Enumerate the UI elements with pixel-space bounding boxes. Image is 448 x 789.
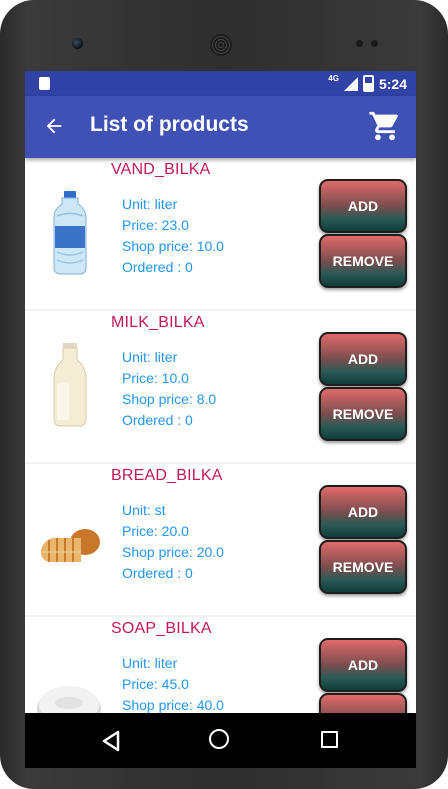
- page-title: List of products: [90, 113, 249, 136]
- nav-home-icon[interactable]: [209, 729, 229, 749]
- back-button[interactable]: [39, 111, 69, 141]
- light-sensor: [371, 40, 378, 47]
- water-bottle-image: [35, 186, 105, 276]
- product-price: Price: 45.0: [122, 676, 189, 692]
- product-name: SOAP_BILKA: [111, 620, 212, 637]
- nav-recents-icon[interactable]: [321, 731, 338, 748]
- battery-icon: [362, 75, 374, 92]
- front-camera: [72, 38, 83, 49]
- product-info: Unit: liter Price: 23.0 Shop price: 10.0…: [122, 194, 224, 278]
- phone-top-bezel: [0, 0, 448, 72]
- product-info: Unit: liter Price: 45.0 Shop price: 40.0: [122, 653, 224, 713]
- milk-bottle-image: [35, 339, 105, 429]
- status-time: 5:24: [378, 75, 407, 92]
- product-shop-price: Shop price: 8.0: [122, 391, 217, 407]
- product-row: MILK_BILKA Unit: liter Price: 10.0 Shop …: [25, 311, 416, 462]
- remove-button[interactable]: REMOVE: [319, 234, 407, 288]
- product-name: MILK_BILKA: [111, 314, 205, 331]
- earpiece-speaker: [210, 34, 232, 56]
- product-ordered: Ordered : 0: [122, 412, 193, 428]
- app-bar: List of products: [25, 96, 416, 158]
- product-shop-price: Shop price: 40.0: [122, 697, 224, 713]
- navigation-bar: [25, 713, 416, 768]
- proximity-sensor: [356, 40, 363, 47]
- network-type: 4G: [328, 74, 339, 83]
- signal-icon: [343, 76, 358, 91]
- product-ordered: Ordered : 0: [122, 259, 193, 275]
- product-unit: Unit: liter: [122, 349, 178, 365]
- arrow-back-icon: [46, 118, 62, 134]
- shopping-cart-icon: [369, 111, 398, 141]
- product-ordered: Ordered : 0: [122, 565, 193, 581]
- add-button[interactable]: ADD: [319, 638, 407, 692]
- add-button[interactable]: ADD: [319, 485, 407, 539]
- device-screen: 4G 5:24 List of products VAND_BILKA Unit…: [25, 71, 416, 768]
- product-price: Price: 20.0: [122, 523, 189, 539]
- product-row: BREAD_BILKA Unit: st Price: 20.0 Shop pr…: [25, 464, 416, 615]
- add-button[interactable]: ADD: [319, 332, 407, 386]
- remove-button[interactable]: REMOVE: [319, 540, 407, 594]
- product-unit: Unit: liter: [122, 196, 178, 212]
- status-right-group: 4G 5:24: [328, 71, 407, 96]
- bread-loaf-image: [35, 492, 105, 582]
- add-button[interactable]: ADD: [319, 179, 407, 233]
- soap-bar-image: [35, 645, 105, 713]
- remove-button[interactable]: [319, 693, 407, 713]
- product-shop-price: Shop price: 10.0: [122, 238, 224, 254]
- product-name: BREAD_BILKA: [111, 467, 223, 484]
- product-list[interactable]: VAND_BILKA Unit: liter Price: 23.0 Shop …: [25, 158, 416, 713]
- product-info: Unit: st Price: 20.0 Shop price: 20.0 Or…: [122, 500, 224, 584]
- cart-button[interactable]: [368, 109, 402, 143]
- nav-back-icon[interactable]: [101, 730, 121, 752]
- product-unit: Unit: liter: [122, 655, 178, 671]
- product-info: Unit: liter Price: 10.0 Shop price: 8.0 …: [122, 347, 216, 431]
- product-name: VAND_BILKA: [111, 161, 211, 178]
- product-price: Price: 23.0: [122, 217, 189, 233]
- product-price: Price: 10.0: [122, 370, 189, 386]
- sd-card-icon: [39, 77, 50, 90]
- product-unit: Unit: st: [122, 502, 166, 518]
- status-bar: 4G 5:24: [25, 71, 416, 96]
- product-shop-price: Shop price: 20.0: [122, 544, 224, 560]
- product-row: VAND_BILKA Unit: liter Price: 23.0 Shop …: [25, 158, 416, 309]
- remove-button[interactable]: REMOVE: [319, 387, 407, 441]
- product-row: SOAP_BILKA Unit: liter Price: 45.0 Shop …: [25, 617, 416, 713]
